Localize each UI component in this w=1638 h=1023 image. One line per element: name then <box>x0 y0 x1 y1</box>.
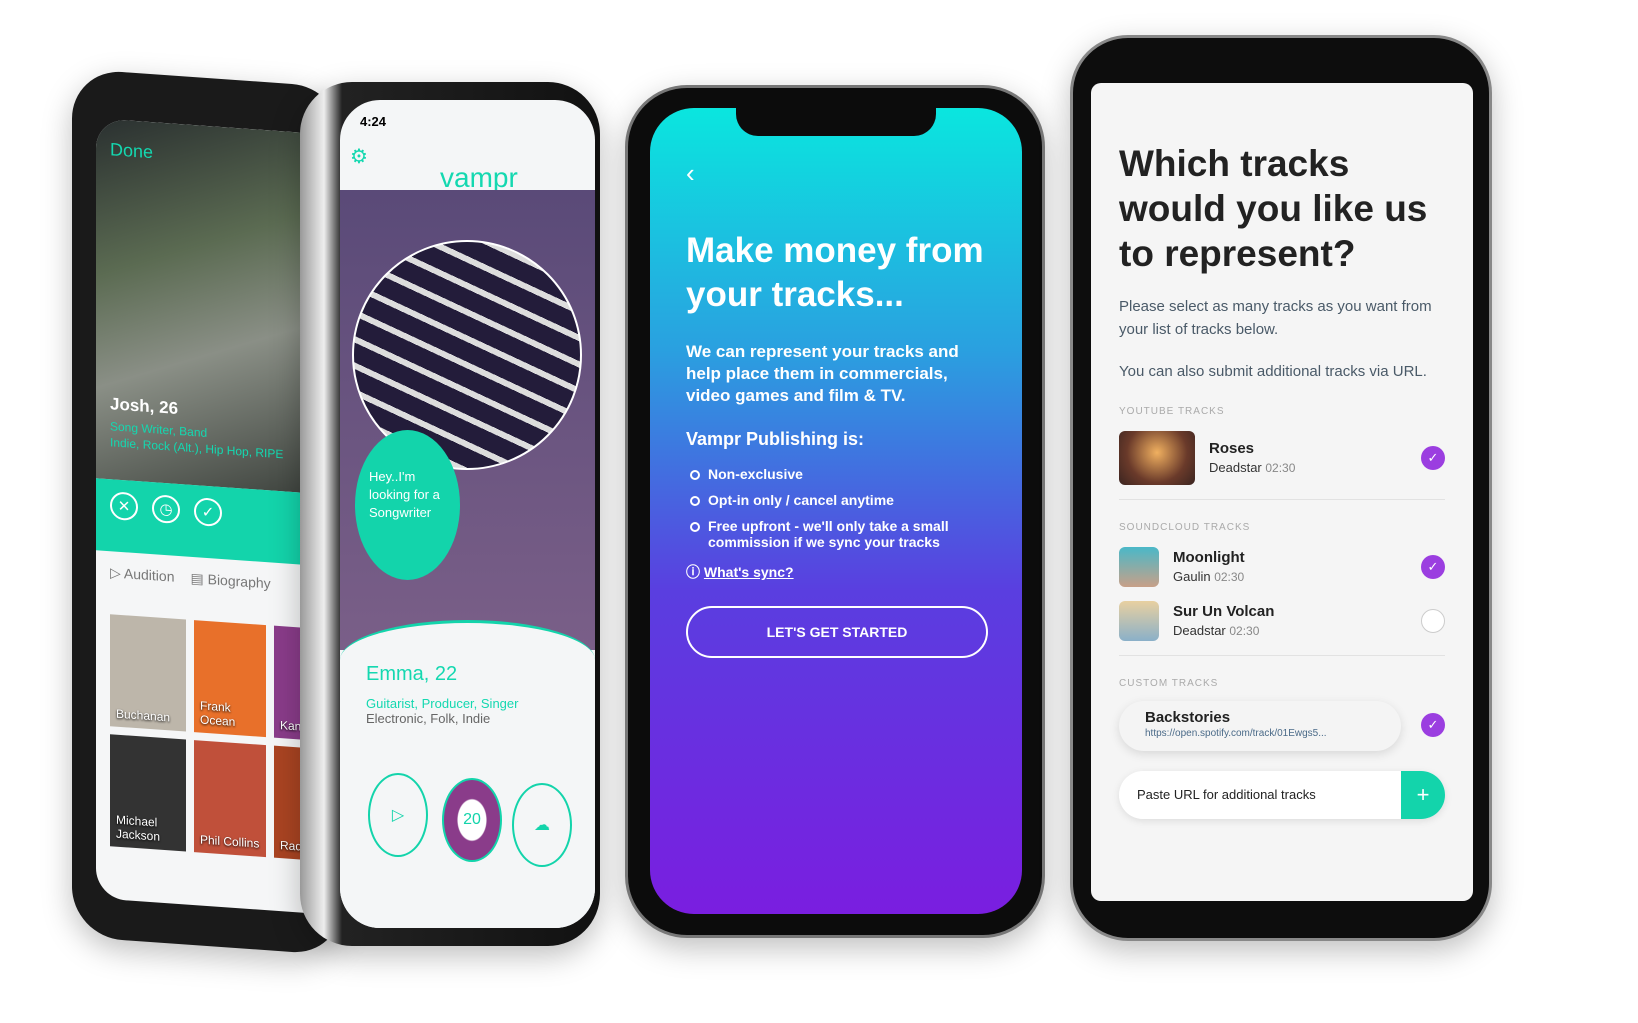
tab-label: Audition <box>123 565 175 585</box>
publishing-phone: ‹ Make money from your tracks... We can … <box>625 85 1045 938</box>
section-soundcloud: SOUNDCLOUD TRACKS <box>1119 521 1251 533</box>
match-roles: Guitarist, Producer, Singer <box>366 696 519 711</box>
track-item[interactable]: Roses Deadstar 02:30 ✓ <box>1119 430 1445 485</box>
count-badge: 20 <box>463 811 481 828</box>
done-button[interactable]: Done <box>110 139 153 163</box>
artist-tile[interactable]: Buchanan <box>110 614 186 732</box>
publishing-screen: ‹ Make money from your tracks... We can … <box>650 108 1022 914</box>
track-item[interactable]: Moonlight Gaulin 02:30 ✓ <box>1119 546 1445 587</box>
track-artist: Deadstar <box>1173 623 1226 639</box>
track-thumbnail <box>1119 546 1159 587</box>
track-artist: Gaulin <box>1173 569 1211 585</box>
later-button[interactable]: ◷ <box>152 494 180 525</box>
album-button[interactable]: 20 <box>442 778 502 862</box>
selected-checkbox[interactable]: ✓ <box>1421 554 1445 579</box>
track-name: Moonlight <box>1173 549 1245 567</box>
plus-icon[interactable]: + <box>1401 770 1445 819</box>
youtube-button[interactable]: ▷ <box>368 773 428 857</box>
intro-url-text: You can also submit additional tracks vi… <box>1119 363 1427 381</box>
reject-button[interactable]: ✕ <box>110 491 138 522</box>
page-title: Which tracks would you like us to repres… <box>1119 143 1428 275</box>
track-artist: Deadstar <box>1209 460 1262 476</box>
track-name: Backstories <box>1145 708 1231 726</box>
match-genres: Electronic, Folk, Indie <box>366 711 491 726</box>
track-item[interactable]: Sur Un Volcan Deadstar 02:30 <box>1119 600 1445 641</box>
gear-icon[interactable]: ⚙ <box>350 144 368 169</box>
soundcloud-button[interactable]: ☁ <box>512 783 572 867</box>
selected-checkbox[interactable]: ✓ <box>1421 712 1445 737</box>
help-icon: ⓘ <box>686 563 700 580</box>
list-item: Free upfront - we'll only take a small c… <box>686 518 986 550</box>
notch <box>736 108 936 136</box>
message-bubble: Hey..I'm looking for a Songwriter <box>355 430 460 580</box>
feature-list: Non-exclusive Opt-in only / cancel anyti… <box>686 466 986 550</box>
tab-audition[interactable]: ▷ Audition <box>110 564 174 586</box>
unselected-checkbox[interactable] <box>1421 608 1445 633</box>
tracks-screen: Which tracks would you like us to repres… <box>1091 83 1473 901</box>
track-name: Sur Un Volcan <box>1173 603 1275 621</box>
list-item: Non-exclusive <box>686 466 986 482</box>
artist-tile[interactable]: Michael Jackson <box>110 734 186 852</box>
track-thumbnail <box>1119 430 1195 485</box>
artist-grid: Buchanan Frank Ocean Kany Michael Jackso… <box>110 614 314 861</box>
accept-button[interactable]: ✓ <box>194 497 222 528</box>
track-thumbnail <box>1119 600 1159 641</box>
artist-tile[interactable]: Frank Ocean <box>194 620 266 738</box>
track-name: Roses <box>1209 440 1255 458</box>
tab-label: Biography <box>207 571 271 592</box>
back-icon[interactable]: ‹ <box>686 158 986 189</box>
match-screen: 4:24 ⚙ vampr Hey..I'm looking for a Song… <box>340 100 595 928</box>
tab-biography[interactable]: ▤ Biography <box>190 570 270 593</box>
page-title: Make money from your tracks... <box>686 231 984 314</box>
tracks-phone: Which tracks would you like us to repres… <box>1070 35 1492 941</box>
description: We can represent your tracks and help pl… <box>686 341 959 405</box>
selected-checkbox[interactable]: ✓ <box>1421 445 1445 470</box>
get-started-button[interactable]: LET'S GET STARTED <box>686 605 988 658</box>
divider <box>1119 654 1445 656</box>
section-custom: CUSTOM TRACKS <box>1119 677 1219 689</box>
artist-tile[interactable]: Phil Collins <box>194 740 266 858</box>
list-item: Opt-in only / cancel anytime <box>686 492 986 508</box>
custom-track-item[interactable]: Backstories https://open.spotify.com/tra… <box>1119 689 1445 751</box>
intro-text: Please select as many tracks as you want… <box>1119 298 1432 338</box>
subheading: Vampr Publishing is: <box>686 428 865 449</box>
profile-card: Emma, 22 Guitarist, Producer, Singer Ele… <box>340 620 595 928</box>
divider <box>1119 498 1445 500</box>
track-duration: 02:30 <box>1214 570 1245 585</box>
url-input[interactable] <box>1119 770 1401 819</box>
profile-name: Josh, 26 <box>110 394 179 418</box>
match-phone: 4:24 ⚙ vampr Hey..I'm looking for a Song… <box>300 82 600 946</box>
section-youtube: YOUTUBE TRACKS <box>1119 405 1225 417</box>
match-name: Emma, 22 <box>366 663 458 685</box>
track-duration: 02:30 <box>1265 461 1296 476</box>
track-url: https://open.spotify.com/track/01Ewgs5..… <box>1145 727 1327 739</box>
status-time: 4:24 <box>360 114 387 129</box>
url-input-row: + <box>1119 770 1445 819</box>
whats-sync-link[interactable]: What's sync? <box>704 564 794 580</box>
track-duration: 02:30 <box>1229 624 1260 639</box>
